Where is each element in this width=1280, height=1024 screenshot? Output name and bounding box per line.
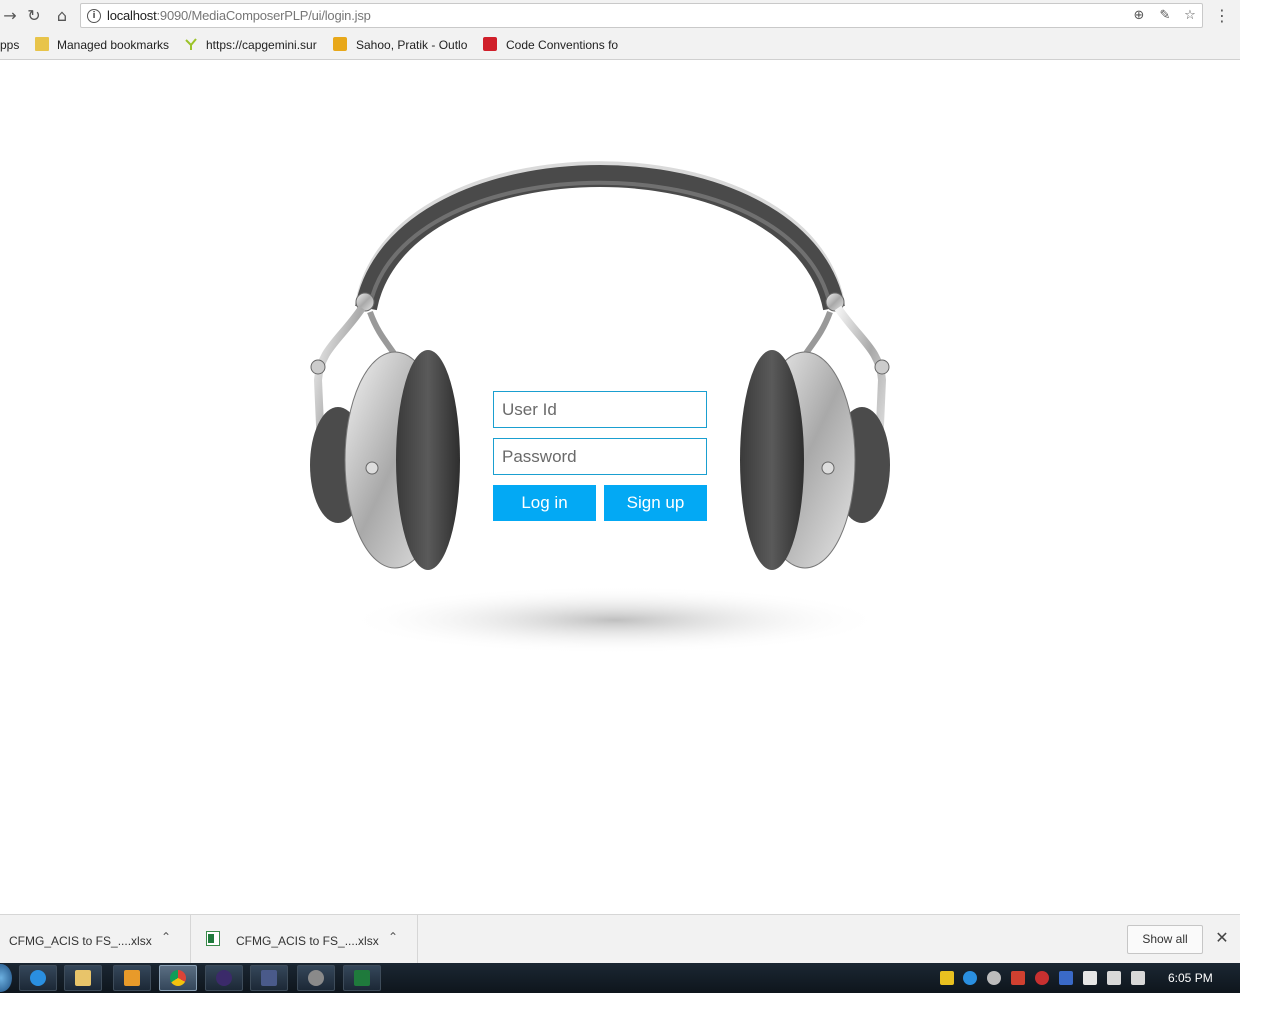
skype-icon[interactable] <box>963 971 977 985</box>
browser-toolbar: → ↻ ⌂ i localhost:9090/MediaComposerPLP/… <box>0 0 1240 32</box>
taskbar-explorer[interactable] <box>64 965 102 991</box>
bookmark-star-icon[interactable]: ☆ <box>1181 7 1199 25</box>
cloud-icon[interactable] <box>987 971 1001 985</box>
eclipse-icon <box>216 970 232 986</box>
url-path: :9090/MediaComposerPLP/ui/login.jsp <box>156 8 371 23</box>
zoom-icon[interactable]: ⊕ <box>1130 7 1148 25</box>
bookmark-outlook[interactable]: Sahoo, Pratik - Outlo <box>356 38 468 52</box>
download-filename: CFMG_ACIS to FS_....xlsx <box>236 934 379 948</box>
show-all-button[interactable]: Show all <box>1127 925 1203 954</box>
info-icon[interactable]: i <box>87 9 101 23</box>
network-icon[interactable] <box>1107 971 1121 985</box>
bookmark-apps[interactable]: pps <box>0 38 24 52</box>
download-filename: CFMG_ACIS to FS_....xlsx <box>9 934 152 948</box>
windows-taskbar: 6:05 PM <box>0 963 1240 993</box>
excel-file-icon <box>206 931 220 946</box>
extension-icon[interactable]: ✎ <box>1156 7 1174 25</box>
antivirus-icon[interactable] <box>1035 971 1049 985</box>
chrome-icon <box>170 970 186 986</box>
ie-icon <box>30 970 46 986</box>
reload-icon[interactable]: ↻ <box>24 6 44 26</box>
login-form: Log in Sign up <box>493 391 707 521</box>
taskbar-excel[interactable] <box>343 965 381 991</box>
volume-icon[interactable] <box>1131 971 1145 985</box>
close-icon[interactable]: ✕ <box>1213 929 1231 947</box>
browser-window: → ↻ ⌂ i localhost:9090/MediaComposerPLP/… <box>0 0 1240 993</box>
start-button-icon[interactable] <box>0 964 12 992</box>
bookmark-capgemini[interactable]: https://capgemini.sur <box>206 38 318 52</box>
bookmark-code-conventions[interactable]: Code Conventions fo <box>506 38 620 52</box>
oracle-icon <box>483 37 497 51</box>
home-icon[interactable]: ⌂ <box>52 6 72 26</box>
password-input[interactable] <box>493 438 707 475</box>
capgemini-icon <box>184 37 198 51</box>
gear-icon <box>308 970 324 986</box>
chevron-up-icon[interactable]: ⌃ <box>161 930 171 944</box>
network-app-icon[interactable] <box>1011 971 1025 985</box>
headphones-illustration <box>310 161 890 654</box>
download-item[interactable]: CFMG_ACIS to FS_....xlsx ⌃ <box>0 915 191 964</box>
address-bar[interactable]: i localhost:9090/MediaComposerPLP/ui/log… <box>80 3 1203 28</box>
taskbar-settings[interactable] <box>297 965 335 991</box>
taskbar-chrome[interactable] <box>159 965 197 991</box>
menu-kebab-icon[interactable]: ⋮ <box>1214 6 1230 26</box>
flag-icon[interactable] <box>1083 971 1097 985</box>
login-button[interactable]: Log in <box>493 485 596 521</box>
media-player-icon <box>124 970 140 986</box>
shield-icon[interactable] <box>940 971 954 985</box>
download-shelf: CFMG_ACIS to FS_....xlsx ⌃ CFMG_ACIS to … <box>0 914 1240 964</box>
signup-button[interactable]: Sign up <box>604 485 707 521</box>
taskbar-media[interactable] <box>113 965 151 991</box>
taskbar-eclipse[interactable] <box>205 965 243 991</box>
app-tray-icon[interactable] <box>1059 971 1073 985</box>
outlook-icon <box>333 37 347 51</box>
excel-icon <box>354 970 370 986</box>
bookmarks-bar: pps Managed bookmarks https://capgemini.… <box>0 32 1240 60</box>
url-host: localhost <box>107 8 157 23</box>
bookmark-managed[interactable]: Managed bookmarks <box>57 38 169 52</box>
chevron-up-icon[interactable]: ⌃ <box>388 930 398 944</box>
forward-icon[interactable]: → <box>0 6 20 26</box>
url-text[interactable]: localhost:9090/MediaComposerPLP/ui/login… <box>107 8 371 23</box>
folder-icon <box>35 37 49 51</box>
taskbar-clock[interactable]: 6:05 PM <box>1168 971 1213 985</box>
taskbar-app[interactable] <box>250 965 288 991</box>
taskbar-ie[interactable] <box>19 965 57 991</box>
screen-edge <box>1240 963 1280 993</box>
download-item[interactable]: CFMG_ACIS to FS_....xlsx ⌃ <box>191 915 418 964</box>
app-icon <box>261 970 277 986</box>
folder-icon <box>75 970 91 986</box>
button-row: Log in Sign up <box>493 485 707 521</box>
user-id-input[interactable] <box>493 391 707 428</box>
